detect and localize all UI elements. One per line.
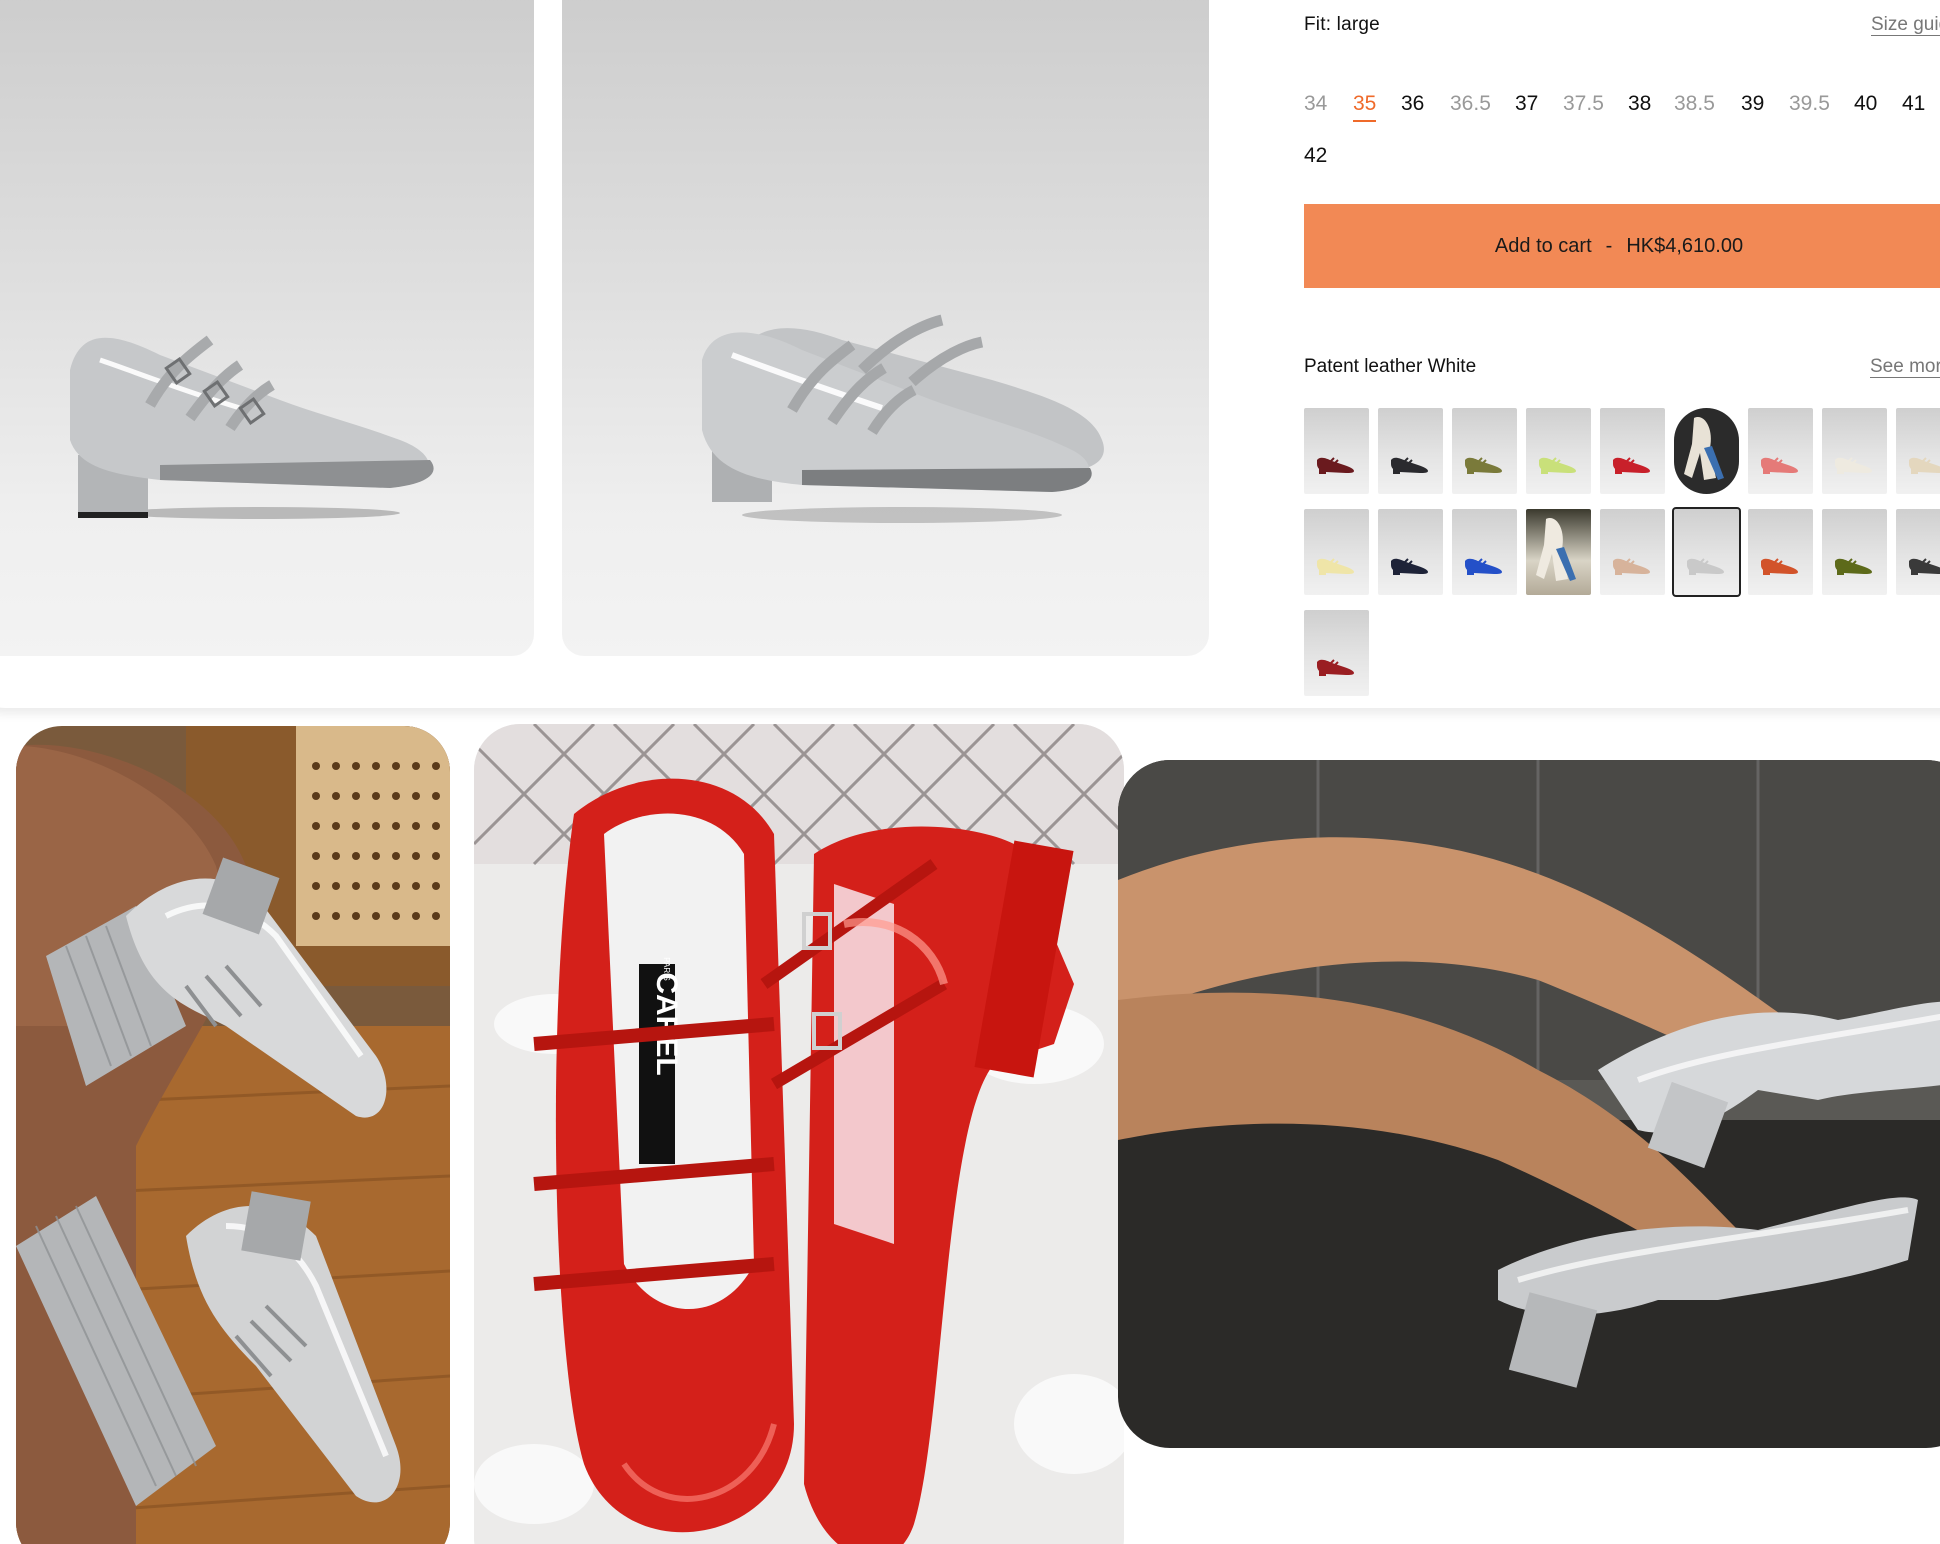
fit-label: Fit: large — [1304, 14, 1380, 35]
red-shoes-illustration: CAREL PARIS — [474, 724, 1124, 1544]
size-option-36[interactable]: 36 — [1401, 92, 1424, 116]
swatch-shoe-icon — [1761, 457, 1798, 474]
swatch-shoe-icon — [1317, 457, 1354, 474]
size-option-37-5[interactable]: 37.5 — [1563, 92, 1604, 116]
swatch-shoe-icon — [1613, 457, 1650, 474]
color-swatch[interactable] — [1822, 408, 1887, 494]
size-option-39[interactable]: 39 — [1741, 92, 1764, 116]
lifestyle-photo-silver-shoes — [16, 726, 450, 1544]
color-swatch[interactable] — [1822, 509, 1887, 595]
swatch-shoe-icon — [1835, 457, 1872, 474]
color-swatch-grid — [1304, 408, 1940, 698]
size-option-38[interactable]: 38 — [1628, 92, 1651, 116]
swatch-shoe-icon — [1761, 558, 1798, 575]
silver-shoes-illustration — [16, 726, 450, 1544]
size-option-37[interactable]: 37 — [1515, 92, 1538, 116]
color-swatch[interactable] — [1452, 509, 1517, 595]
see-more-link[interactable]: See more — [1870, 356, 1940, 378]
swatch-shoe-icon — [1317, 558, 1354, 575]
size-option-40[interactable]: 40 — [1854, 92, 1877, 116]
color-swatch[interactable] — [1378, 408, 1443, 494]
swatch-shoe-icon — [1465, 457, 1502, 474]
swatch-shoe-icon — [1317, 659, 1354, 676]
fit-row: Fit: large Size guide — [1304, 14, 1940, 44]
color-swatch[interactable] — [1304, 408, 1369, 494]
color-label: Patent leather White — [1304, 356, 1477, 377]
product-image-side[interactable] — [0, 0, 534, 656]
product-image-pair[interactable] — [562, 0, 1209, 656]
color-row: Patent leather White See more — [1304, 356, 1940, 386]
product-options-panel: Fit: large Size guide 34 35 36 36.5 37 37.5 38… — [1304, 0, 1940, 720]
swatch-shoe-icon — [1613, 558, 1650, 575]
lifestyle-photo-red-shoes: CAREL PARIS — [474, 724, 1124, 1544]
color-swatch[interactable] — [1378, 509, 1443, 595]
add-to-cart-separator: - — [1605, 234, 1613, 257]
size-selector: 34 35 36 36.5 37 37.5 38 38.5 39 39.5 40 41 42 — [1304, 92, 1940, 202]
swatch-photo-thumbnail — [1536, 518, 1576, 581]
size-option-34[interactable]: 34 — [1304, 92, 1327, 116]
product-page: CAREL PARIS Fit: large Size gui 34 35 36… — [0, 0, 1940, 1544]
size-option-41[interactable]: 41 — [1902, 92, 1925, 116]
swatch-shoe-icon — [1539, 457, 1576, 474]
shoe-pair-view — [702, 314, 1104, 523]
size-guide-link[interactable]: Size guide — [1871, 14, 1940, 36]
swatch-shoe-icon — [1465, 558, 1502, 575]
color-swatch[interactable] — [1674, 408, 1739, 494]
swatch-shoe-icon — [1909, 457, 1940, 474]
color-swatch[interactable] — [1748, 509, 1813, 595]
add-to-cart-button[interactable]: Add to cart - HK$4,610.00 — [1304, 204, 1940, 288]
color-swatch[interactable] — [1748, 408, 1813, 494]
color-swatch[interactable] — [1600, 509, 1665, 595]
color-swatch[interactable] — [1896, 408, 1940, 494]
price: HK$4,610.00 — [1626, 234, 1744, 257]
size-option-36-5[interactable]: 36.5 — [1450, 92, 1491, 116]
size-option-38-5[interactable]: 38.5 — [1674, 92, 1715, 116]
color-swatch[interactable] — [1672, 507, 1741, 597]
color-swatch[interactable] — [1896, 509, 1940, 595]
swatch-shoe-icon — [1909, 558, 1940, 575]
color-swatch[interactable] — [1304, 610, 1369, 696]
legs-illustration — [1118, 760, 1940, 1448]
add-to-cart-label: Add to cart — [1494, 234, 1592, 257]
color-swatch[interactable] — [1526, 509, 1591, 595]
insole-brand-text: CAREL — [650, 972, 683, 1075]
swatch-shoe-icon — [1391, 457, 1428, 474]
size-option-39-5[interactable]: 39.5 — [1789, 92, 1830, 116]
size-option-35[interactable]: 35 — [1353, 92, 1377, 122]
swatch-shoe-icon — [1687, 558, 1724, 575]
size-option-42[interactable]: 42 — [1304, 144, 1327, 168]
swatch-shoe-icon — [1835, 558, 1872, 575]
color-swatch[interactable] — [1526, 408, 1591, 494]
color-swatch[interactable] — [1600, 408, 1665, 494]
color-swatch[interactable] — [1452, 408, 1517, 494]
lifestyle-photo-legs-silver-shoes — [1118, 760, 1940, 1448]
color-swatch[interactable] — [1304, 509, 1369, 595]
swatch-photo-thumbnail — [1684, 417, 1724, 480]
insole-city-text: PARIS — [662, 957, 671, 980]
shoe-side-view — [70, 335, 434, 519]
swatch-shoe-icon — [1391, 558, 1428, 575]
